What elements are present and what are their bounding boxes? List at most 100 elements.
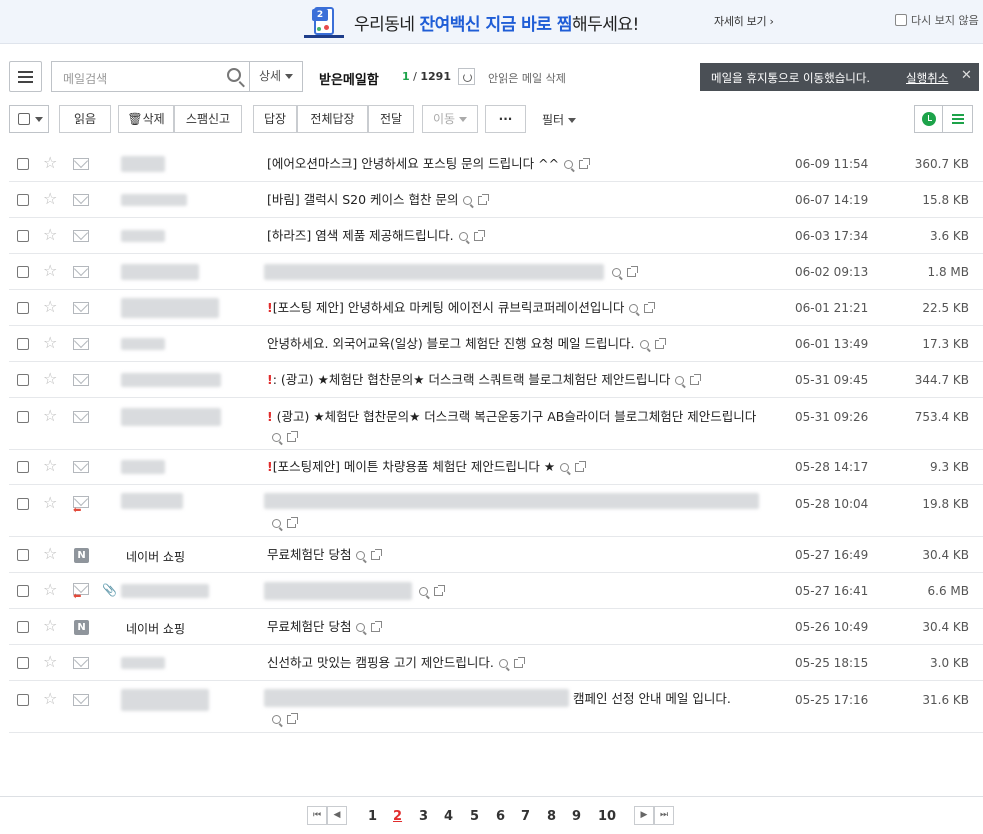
select-all-dropdown[interactable] <box>9 105 49 133</box>
move-button[interactable]: 이동 <box>422 105 478 133</box>
reply-all-button[interactable]: 전체답장 <box>297 105 368 133</box>
spam-report-button[interactable]: 스팸신고 <box>174 105 242 133</box>
star-icon[interactable]: ☆ <box>43 546 57 562</box>
time-view-icon[interactable] <box>914 105 943 133</box>
row-checkbox[interactable] <box>17 230 29 242</box>
star-icon[interactable]: ☆ <box>43 335 57 351</box>
row-checkbox[interactable] <box>17 549 29 561</box>
star-icon[interactable]: ☆ <box>43 582 57 598</box>
star-icon[interactable]: ☆ <box>43 191 57 207</box>
filter-dropdown[interactable]: 필터 <box>542 111 577 128</box>
mail-subject[interactable]: ! (광고) ★체험단 협찬문의★ 더스크랙 복근운동기구 AB슬라이더 블로그… <box>267 407 767 447</box>
table-row[interactable]: ☆ 캠페인 선정 안내 메일 입니다. 05-25 17:16 31.6 KB <box>9 681 983 733</box>
new-window-icon[interactable] <box>513 657 525 668</box>
more-button[interactable]: ··· <box>485 105 526 133</box>
mail-subject[interactable]: ![포스팅제안] 메이튼 차량용품 체험단 제안드립니다 ★ <box>267 457 767 477</box>
mail-subject-icons[interactable] <box>267 709 327 729</box>
delete-button[interactable]: 🗑삭제 <box>118 105 174 133</box>
row-checkbox[interactable] <box>17 461 29 473</box>
preview-icon[interactable] <box>419 587 428 596</box>
reply-button[interactable]: 답장 <box>253 105 297 133</box>
table-row[interactable]: ☆ [하라즈] 염색 제품 제공해드립니다. 06-03 17:34 3.6 K… <box>9 218 983 254</box>
preview-icon[interactable] <box>675 376 685 385</box>
list-view-icon[interactable] <box>942 105 973 133</box>
select-all-checkbox[interactable] <box>18 113 30 125</box>
new-window-icon[interactable] <box>287 431 298 442</box>
new-window-icon[interactable] <box>478 194 490 205</box>
banner-hide-option[interactable]: 다시 보지 않음 <box>895 12 979 28</box>
search-icon[interactable] <box>227 68 241 82</box>
table-row[interactable]: ☆ [에어오션마스크] 안녕하세요 포스팅 문의 드립니다 ^^ 06-09 1… <box>9 146 983 182</box>
mail-subject-icons[interactable] <box>607 262 667 282</box>
new-window-icon[interactable] <box>371 621 383 632</box>
first-page-button[interactable]: ⏮ <box>307 806 327 825</box>
new-window-icon[interactable] <box>371 549 383 560</box>
row-checkbox[interactable] <box>17 194 29 206</box>
mail-subject[interactable]: [하라즈] 염색 제품 제공해드립니다. <box>267 226 767 246</box>
page-number[interactable]: 5 <box>470 809 479 824</box>
mail-sender[interactable]: 네이버 쇼핑 <box>126 548 185 565</box>
table-row[interactable]: ☆ ![포스팅제안] 메이튼 차량용품 체험단 제안드립니다 ★ 05-28 1… <box>9 450 983 485</box>
hamburger-menu-icon[interactable] <box>9 61 42 92</box>
mail-subject[interactable]: ![포스팅 제안] 안녕하세요 마케팅 에이전시 큐브릭코퍼레이션입니다 <box>267 298 767 318</box>
page-number[interactable]: 1 <box>368 809 377 824</box>
star-icon[interactable]: ☆ <box>43 618 57 634</box>
mail-sender[interactable]: 네이버 쇼핑 <box>126 620 185 637</box>
subject-redacted[interactable] <box>264 264 604 280</box>
folder-title[interactable]: 받은메일함 <box>319 69 379 88</box>
table-row[interactable]: ☆ [바림] 갤럭시 S20 케이스 협찬 문의 06-07 14:19 15.… <box>9 182 983 218</box>
subject-redacted[interactable] <box>264 582 412 600</box>
banner-hide-checkbox[interactable] <box>895 14 907 26</box>
subject-redacted[interactable] <box>264 493 759 509</box>
last-page-button[interactable]: ⏭ <box>654 806 674 825</box>
mail-subject-icons[interactable] <box>414 581 474 601</box>
preview-icon[interactable] <box>356 623 366 632</box>
row-checkbox[interactable] <box>17 585 29 597</box>
table-row[interactable]: ☆ !: (광고) ★체험단 협찬문의★ 더스크랙 스쿼트랙 블로그체험단 제안… <box>9 362 983 398</box>
row-checkbox[interactable] <box>17 302 29 314</box>
row-checkbox[interactable] <box>17 498 29 510</box>
preview-icon[interactable] <box>463 196 473 205</box>
refresh-icon[interactable] <box>458 68 475 85</box>
preview-icon[interactable] <box>272 519 281 528</box>
star-icon[interactable]: ☆ <box>43 227 57 243</box>
table-row[interactable]: ☆ ![포스팅 제안] 안녕하세요 마케팅 에이전시 큐브릭코퍼레이션입니다 0… <box>9 290 983 326</box>
preview-icon[interactable] <box>560 463 570 472</box>
page-number[interactable]: 7 <box>521 809 530 824</box>
row-checkbox[interactable] <box>17 158 29 170</box>
row-checkbox[interactable] <box>17 266 29 278</box>
preview-icon[interactable] <box>458 232 468 241</box>
search-detail-button[interactable]: 상세 <box>249 61 303 92</box>
star-icon[interactable]: ☆ <box>43 371 57 387</box>
subject-redacted[interactable] <box>264 689 569 707</box>
mail-subject[interactable]: [에어오션마스크] 안녕하세요 포스팅 문의 드립니다 ^^ <box>267 154 767 174</box>
page-number[interactable]: 9 <box>572 809 581 824</box>
mail-subject[interactable]: 안녕하세요. 외국어교육(일상) 블로그 체험단 진행 요청 메일 드립니다. <box>267 334 767 354</box>
new-window-icon[interactable] <box>690 374 702 385</box>
table-row[interactable]: ☆ ⬅ 05-28 10:04 19.8 KB <box>9 485 983 537</box>
row-checkbox[interactable] <box>17 657 29 669</box>
page-number[interactable]: 6 <box>496 809 505 824</box>
star-icon[interactable]: ☆ <box>43 495 57 511</box>
new-window-icon[interactable] <box>434 585 445 596</box>
next-page-button[interactable]: ▶ <box>634 806 654 825</box>
mail-subject[interactable]: !: (광고) ★체험단 협찬문의★ 더스크랙 스쿼트랙 블로그체험단 제안드립… <box>267 370 767 390</box>
close-icon[interactable]: ✕ <box>961 68 972 83</box>
star-icon[interactable]: ☆ <box>43 691 57 707</box>
star-icon[interactable]: ☆ <box>43 458 57 474</box>
star-icon[interactable]: ☆ <box>43 408 57 424</box>
star-icon[interactable]: ☆ <box>43 155 57 171</box>
table-row[interactable]: ☆ 안녕하세요. 외국어교육(일상) 블로그 체험단 진행 요청 메일 드립니다… <box>9 326 983 362</box>
new-window-icon[interactable] <box>287 713 298 724</box>
page-number[interactable]: 3 <box>419 809 428 824</box>
page-number[interactable]: 10 <box>598 809 616 824</box>
row-checkbox[interactable] <box>17 338 29 350</box>
preview-icon[interactable] <box>498 659 508 668</box>
mail-subject[interactable]: 무료체험단 당첨 <box>267 545 767 565</box>
new-window-icon[interactable] <box>654 338 666 349</box>
search-input[interactable]: 메일검색 <box>51 61 249 92</box>
new-window-icon[interactable] <box>473 230 485 241</box>
new-window-icon[interactable] <box>575 461 587 472</box>
star-icon[interactable]: ☆ <box>43 299 57 315</box>
preview-icon[interactable] <box>629 304 639 313</box>
